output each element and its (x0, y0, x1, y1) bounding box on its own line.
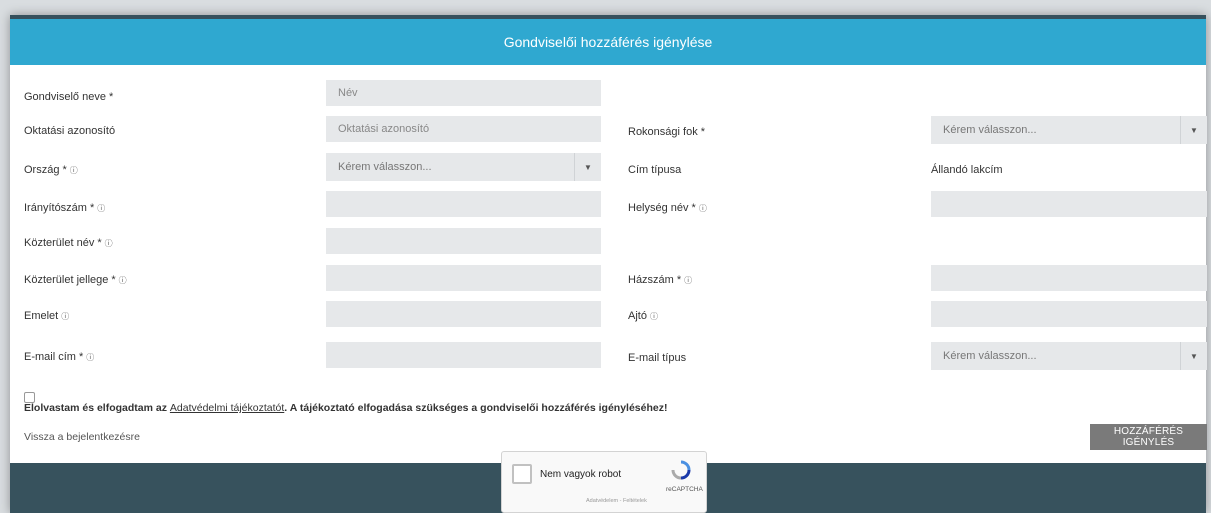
info-icon: ⓘ (649, 312, 658, 321)
email-type-select[interactable]: Kérem válasszon... ▼ (931, 342, 1207, 370)
city-label: Helység név * ⓘ (628, 202, 707, 214)
info-icon: ⓘ (698, 204, 707, 213)
page-title: Gondviselői hozzáférés igénylése (503, 34, 713, 50)
recaptcha-checkbox[interactable] (512, 464, 532, 484)
edu-id-input[interactable] (326, 116, 601, 142)
door-input[interactable] (931, 301, 1207, 327)
zip-label: Irányítószám * ⓘ (24, 202, 106, 214)
privacy-policy-link[interactable]: Adatvédelmi tájékoztatót (170, 402, 284, 414)
street-type-input[interactable] (326, 265, 601, 291)
recaptcha-brand: reCAPTCHA (666, 486, 703, 493)
info-icon: ⓘ (86, 353, 95, 362)
city-input[interactable] (931, 191, 1207, 217)
recaptcha-terms[interactable]: Adatvédelem - Feltételek (586, 498, 647, 504)
recaptcha-label: Nem vagyok robot (540, 469, 622, 480)
chevron-down-icon: ▼ (574, 153, 601, 181)
info-icon: ⓘ (684, 276, 693, 285)
chevron-down-icon: ▼ (1180, 116, 1207, 144)
email-label: E-mail cím * ⓘ (24, 351, 95, 363)
page-header: Gondviselői hozzáférés igénylése (10, 19, 1206, 65)
registration-card: Gondviselői hozzáférés igénylése Gondvis… (10, 15, 1207, 513)
edu-id-label: Oktatási azonosító (24, 125, 116, 137)
recaptcha-widget: Nem vagyok robot reCAPTCHA Adatvédelem -… (501, 451, 707, 513)
recaptcha-logo-icon (671, 460, 691, 480)
consent-text: Elolvastam és elfogadtam az Adatvédelmi … (24, 402, 668, 414)
floor-input[interactable] (326, 301, 601, 327)
info-icon: ⓘ (97, 204, 106, 213)
house-no-label: Házszám * ⓘ (628, 274, 693, 286)
relation-select[interactable]: Kérem válasszon... ▼ (931, 116, 1207, 144)
back-to-login-link[interactable]: Vissza a bejelentkezésre (24, 431, 140, 443)
street-input[interactable] (326, 228, 601, 254)
relation-label: Rokonsági fok * (628, 126, 705, 138)
country-select[interactable]: Kérem válasszon... ▼ (326, 153, 601, 181)
info-icon: ⓘ (69, 166, 78, 175)
info-icon: ⓘ (61, 312, 70, 321)
address-type-label: Cím típusa (628, 164, 682, 176)
chevron-down-icon: ▼ (1180, 342, 1207, 370)
zip-input[interactable] (326, 191, 601, 217)
info-icon: ⓘ (118, 276, 127, 285)
request-access-button[interactable]: HOZZÁFÉRÉS IGÉNYLÉS (1090, 424, 1207, 450)
email-input[interactable] (326, 342, 601, 368)
name-input[interactable] (326, 80, 601, 106)
address-type-value: Állandó lakcím (931, 164, 1003, 176)
info-icon: ⓘ (104, 239, 113, 248)
floor-label: Emelet ⓘ (24, 310, 70, 322)
door-label: Ajtó ⓘ (628, 310, 658, 322)
street-type-label: Közterület jellege * ⓘ (24, 274, 127, 286)
street-label: Közterület név * ⓘ (24, 237, 113, 249)
house-no-input[interactable] (931, 265, 1207, 291)
country-label: Ország * ⓘ (24, 164, 78, 176)
name-label: Gondviselő neve * (24, 91, 114, 103)
email-type-label: E-mail típus (628, 352, 687, 364)
